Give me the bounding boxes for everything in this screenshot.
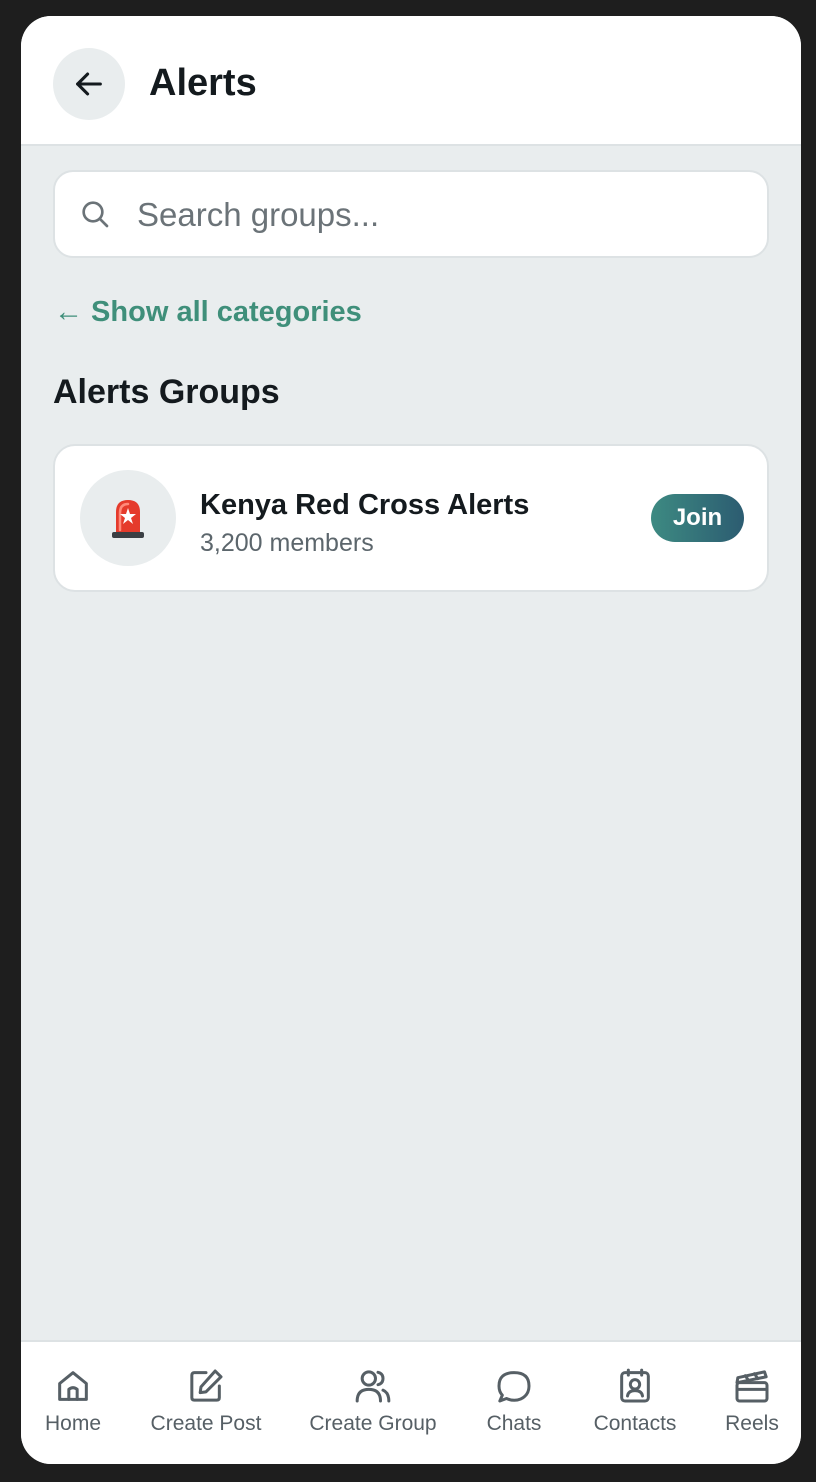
- join-button[interactable]: Join: [651, 494, 744, 542]
- users-icon: [355, 1370, 391, 1403]
- section-title: Alerts Groups: [53, 373, 280, 411]
- edit-icon: [190, 1369, 223, 1402]
- search-input[interactable]: [135, 190, 739, 240]
- group-avatar: [80, 470, 176, 566]
- nav-item-home[interactable]: Home: [41, 1342, 105, 1464]
- arrow-left-icon: [76, 72, 102, 96]
- nav-label-contacts: Contacts: [593, 1412, 677, 1435]
- nav-item-create-post[interactable]: Create Post: [147, 1342, 265, 1464]
- back-button[interactable]: [53, 48, 125, 120]
- show-all-categories-link[interactable]: ← Show all categories: [54, 292, 362, 332]
- nav-label-reels: Reels: [725, 1412, 779, 1435]
- search-icon: [82, 201, 109, 228]
- nav-label-create-post: Create Post: [150, 1412, 262, 1435]
- bottom-navigation: Home Create Post Create Group Chats Cont…: [21, 1340, 801, 1464]
- search-bar: [53, 170, 769, 258]
- siren-icon: [112, 500, 144, 538]
- group-member-count: 3,200 members: [200, 529, 374, 557]
- clapperboard-icon: [735, 1370, 769, 1403]
- group-name: Kenya Red Cross Alerts: [200, 489, 530, 521]
- app-screen: Alerts ← Show all categories Alerts Grou…: [21, 16, 801, 1464]
- nav-item-reels[interactable]: Reels: [723, 1342, 781, 1464]
- nav-item-contacts[interactable]: Contacts: [587, 1342, 683, 1464]
- nav-label-chats: Chats: [486, 1412, 542, 1435]
- app-header: Alerts: [21, 16, 801, 146]
- nav-item-create-group[interactable]: Create Group: [307, 1342, 439, 1464]
- group-card[interactable]: Kenya Red Cross Alerts 3,200 members Joi…: [53, 444, 769, 592]
- nav-item-chats[interactable]: Chats: [483, 1342, 545, 1464]
- nav-label-create-group: Create Group: [309, 1412, 437, 1435]
- contact-book-icon: [620, 1368, 650, 1403]
- home-icon: [58, 1371, 88, 1401]
- chat-bubble-icon: [497, 1371, 531, 1403]
- page-title: Alerts: [149, 62, 257, 104]
- nav-label-home: Home: [44, 1412, 102, 1435]
